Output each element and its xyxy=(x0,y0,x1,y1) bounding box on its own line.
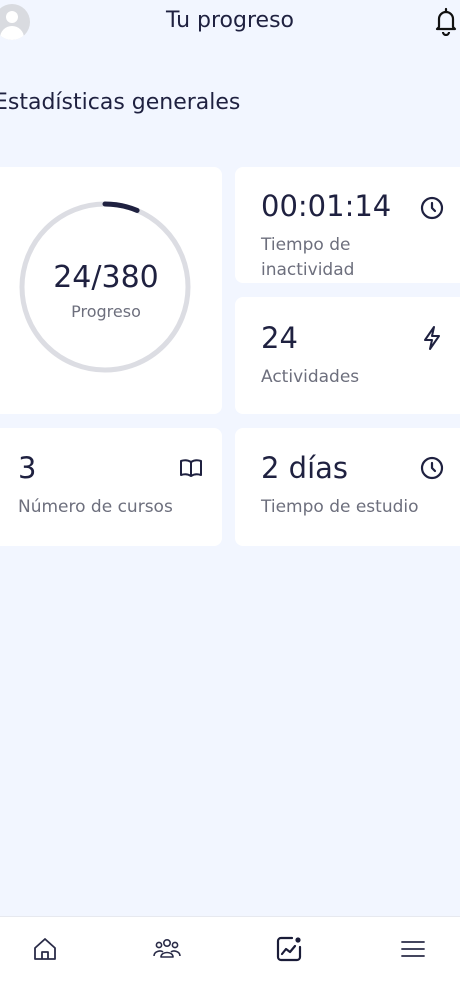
nav-menu-icon[interactable] xyxy=(398,934,428,964)
page-title: Tu progreso xyxy=(165,8,294,33)
inactive-time-value: 00:01:14 xyxy=(261,189,392,223)
study-time-label: Tiempo de estudio xyxy=(261,497,419,517)
clock-icon xyxy=(419,195,445,221)
progress-label: Progreso xyxy=(71,302,141,321)
courses-card[interactable]: 3 Número de cursos xyxy=(0,428,222,546)
courses-value: 3 xyxy=(18,451,37,485)
study-time-value: 2 días xyxy=(261,451,349,485)
nav-community-icon[interactable] xyxy=(152,934,182,964)
activities-card[interactable]: 24 Actividades xyxy=(235,297,460,414)
courses-label: Número de cursos xyxy=(18,497,173,517)
study-time-card[interactable]: 2 días Tiempo de estudio xyxy=(235,428,460,546)
book-icon xyxy=(178,455,204,481)
clock-icon xyxy=(419,455,445,481)
section-title: Estadísticas generales xyxy=(0,90,241,115)
activities-value: 24 xyxy=(261,321,298,355)
nav-progress-chart-icon[interactable] xyxy=(274,934,304,964)
activities-label: Actividades xyxy=(261,367,360,387)
app-header: Tu progreso xyxy=(0,0,460,46)
progress-value: 24/380 xyxy=(53,260,159,295)
nav-home-icon[interactable] xyxy=(30,934,60,964)
progress-card[interactable]: 24/380 Progreso xyxy=(0,167,222,414)
bottom-nav xyxy=(0,916,460,1000)
lightning-icon xyxy=(419,325,445,351)
inactive-time-card[interactable]: 00:01:14 Tiempo de inactividad xyxy=(235,167,460,283)
bell-icon[interactable] xyxy=(432,6,460,36)
inactive-time-label: Tiempo de inactividad xyxy=(261,235,355,280)
